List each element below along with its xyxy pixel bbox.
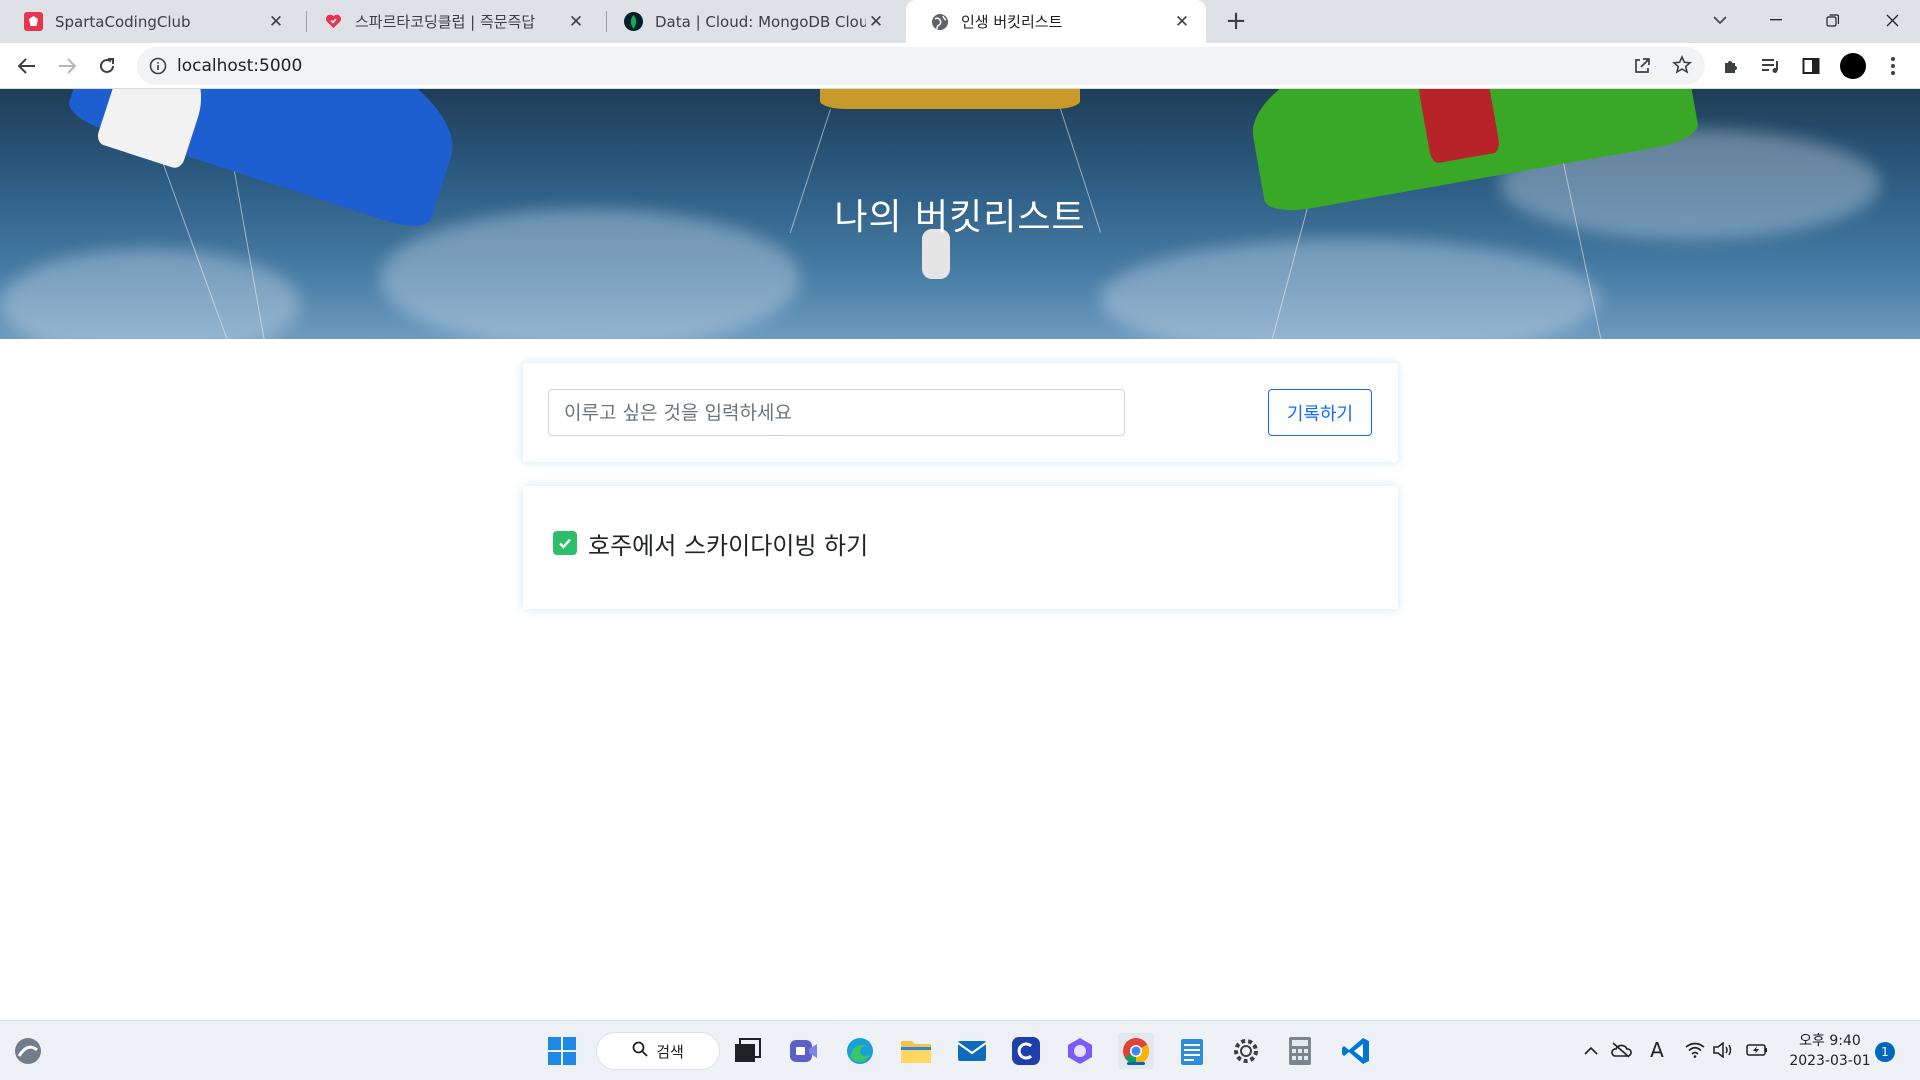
sparta-logo-icon	[24, 12, 43, 31]
edge-browser-icon[interactable]	[842, 1033, 878, 1069]
tab-sparta-qna[interactable]: 스파르타코딩클럽 | 즉문즉답 ✕	[300, 0, 600, 43]
share-icon[interactable]	[1632, 56, 1652, 80]
file-explorer-icon[interactable]	[898, 1033, 934, 1069]
forward-arrow-icon[interactable]	[52, 51, 82, 81]
checkbox-checked-icon[interactable]	[553, 531, 577, 555]
notepad-icon[interactable]	[1174, 1033, 1210, 1069]
close-tab-icon[interactable]: ✕	[266, 12, 286, 32]
task-view-icon[interactable]	[730, 1033, 766, 1069]
menu-kebab-icon[interactable]	[1878, 51, 1908, 81]
restore-button[interactable]	[1804, 0, 1860, 40]
volume-icon[interactable]	[1710, 1037, 1736, 1063]
close-tab-icon[interactable]: ✕	[866, 12, 886, 32]
bucket-input[interactable]	[548, 389, 1125, 436]
tab-title: SpartaCodingClub	[55, 12, 191, 31]
windows-taskbar: 검색 A 오후 9:40 2023-03-01 1	[0, 1020, 1920, 1080]
windows-start-icon[interactable]	[544, 1033, 580, 1069]
search-label: 검색	[656, 1042, 684, 1061]
new-tab-button[interactable]: +	[1221, 6, 1251, 36]
battery-charging-icon[interactable]	[1744, 1037, 1770, 1063]
tab-spartacodingclub[interactable]: SpartaCodingClub ✕	[0, 0, 300, 43]
system-clock[interactable]: 오후 9:40 2023-03-01	[1780, 1031, 1880, 1071]
heart-logo-icon	[324, 12, 343, 31]
chevron-up-icon[interactable]	[1578, 1037, 1604, 1063]
media-queue-icon[interactable]	[1756, 51, 1786, 81]
bookmark-star-icon[interactable]	[1672, 55, 1692, 79]
mail-icon[interactable]	[954, 1033, 990, 1069]
record-button[interactable]: 기록하기	[1268, 389, 1372, 436]
tab-title: 인생 버킷리스트	[961, 13, 1063, 31]
clock-time: 오후 9:40	[1799, 1033, 1861, 1049]
page-title: 나의 버킷리스트	[834, 197, 1086, 238]
hero-banner: 나의 버킷리스트	[0, 89, 1920, 339]
bucket-list-card: 호주에서 스카이다이빙 하기	[523, 486, 1398, 609]
vscode-icon[interactable]	[1338, 1033, 1374, 1069]
search-icon	[632, 1041, 648, 1061]
cortana-c-icon[interactable]	[1008, 1033, 1044, 1069]
browser-toolbar: localhost:5000	[0, 43, 1920, 89]
tab-strip: SpartaCodingClub ✕ 스파르타코딩클럽 | 즉문즉답 ✕ Dat…	[0, 0, 1920, 43]
clock-date: 2023-03-01	[1789, 1053, 1871, 1069]
close-tab-icon[interactable]: ✕	[566, 12, 586, 32]
globe-icon	[930, 12, 949, 31]
cloud-decoration	[1100, 239, 1600, 339]
reload-icon[interactable]	[92, 51, 122, 81]
side-panel-icon[interactable]	[1796, 51, 1826, 81]
yellow-parachute	[820, 89, 1080, 109]
extensions-puzzle-icon[interactable]	[1716, 51, 1746, 81]
tab-mongodb[interactable]: Data | Cloud: MongoDB Cloud ✕	[600, 0, 900, 43]
onedrive-offline-icon[interactable]	[1608, 1037, 1634, 1063]
address-text: localhost:5000	[177, 56, 303, 76]
teams-chat-icon[interactable]	[786, 1033, 822, 1069]
tab-title: 스파르타코딩클럽 | 즉문즉답	[355, 13, 536, 31]
chrome-browser-icon[interactable]	[1118, 1033, 1154, 1069]
settings-gear-icon[interactable]	[1228, 1033, 1264, 1069]
minimize-button[interactable]	[1748, 0, 1804, 40]
copilot-app-icon[interactable]	[1062, 1033, 1098, 1069]
notification-badge[interactable]: 1	[1875, 1042, 1895, 1062]
site-info-icon[interactable]	[149, 57, 167, 79]
wifi-icon[interactable]	[1682, 1037, 1708, 1063]
bucket-item-text: 호주에서 스카이다이빙 하기	[588, 532, 869, 560]
mongodb-leaf-icon	[624, 12, 643, 31]
close-tab-icon[interactable]: ✕	[1172, 12, 1192, 32]
tab-title: Data | Cloud: MongoDB Cloud	[655, 12, 866, 31]
active-app-indicator	[1127, 1062, 1145, 1065]
tab-search-icon[interactable]	[1692, 0, 1748, 40]
calculator-icon[interactable]	[1282, 1033, 1318, 1069]
widgets-weather-icon[interactable]	[10, 1033, 46, 1069]
back-arrow-icon[interactable]	[12, 51, 42, 81]
ime-language-icon[interactable]: A	[1644, 1037, 1670, 1063]
bucket-form-card: 기록하기	[523, 363, 1398, 462]
address-bar[interactable]: localhost:5000	[137, 47, 1705, 85]
close-window-button[interactable]	[1864, 0, 1920, 40]
tab-bucket-list[interactable]: 인생 버킷리스트 ✕	[906, 0, 1206, 43]
taskbar-search[interactable]: 검색	[596, 1032, 720, 1070]
profile-avatar[interactable]	[1838, 51, 1868, 81]
